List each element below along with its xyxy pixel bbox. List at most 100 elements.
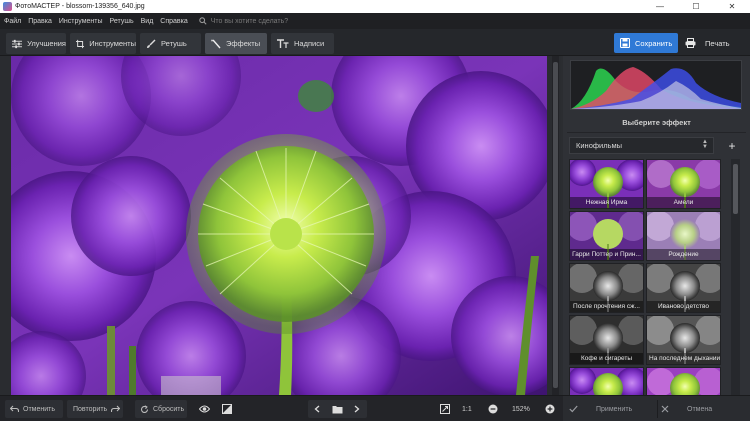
effect-label: На последнем дыхании [647,353,720,364]
effect-tile[interactable] [569,367,644,395]
menu-item-file[interactable]: Файл [4,18,21,25]
minimize-button[interactable]: — [642,0,678,13]
printer-icon [685,38,696,48]
menu-bar: Файл Правка Инструменты Ретушь Вид Справ… [0,13,750,29]
search-placeholder: Что вы хотите сделать? [210,17,289,25]
zoom-level: 152% [512,405,530,413]
tab-label: Инструменты [89,39,136,48]
save-button[interactable]: Сохранить [614,33,678,53]
chevron-updown-icon: ▲ ▼ [702,139,708,150]
divider [567,132,746,133]
save-label: Сохранить [635,38,673,48]
bottom-bar: Отменить Повторить Сбросить 1:1 152% При… [0,395,750,421]
print-button[interactable]: Печать [681,33,743,53]
brush-icon [147,39,156,48]
crop-icon [76,39,85,48]
histogram [570,60,742,110]
image-navigation [308,400,367,418]
effect-label: Рождение [647,249,720,260]
effects-scrollbar[interactable] [731,159,740,395]
effect-category-select[interactable]: Кинофильмы ▲ ▼ [569,137,714,154]
canvas-area[interactable] [0,56,561,395]
category-value: Кинофильмы [576,141,623,150]
menu-item-tools[interactable]: Инструменты [59,18,103,25]
reset-icon [140,404,149,413]
effect-label: Амели [647,197,720,208]
window-controls: — ☐ ✕ [642,0,750,13]
menu-item-retouch[interactable]: Ретушь [110,18,134,25]
main-toolbar: Улучшения Инструменты Ретушь Эффекты Над… [0,29,750,56]
tab-effects[interactable]: Эффекты [205,33,267,54]
menu-item-edit[interactable]: Правка [28,18,52,25]
photo-preview[interactable] [11,56,547,395]
plus-icon: + [728,138,736,153]
effect-tile[interactable] [646,367,721,395]
zoom-in-icon [545,404,555,414]
tab-label: Эффекты [226,39,261,48]
redo-icon [111,405,121,412]
effect-tile[interactable]: Нежная Ирма [569,159,644,209]
previous-image-button[interactable] [308,400,326,418]
effect-tile[interactable]: Кофе и сигареты [569,315,644,365]
undo-icon [10,405,19,412]
floppy-disk-icon [620,38,630,48]
compare-button[interactable] [218,400,236,418]
add-effect-button[interactable]: + [723,137,741,154]
menu-search[interactable]: Что вы хотите сделать? [199,17,288,25]
effect-tile[interactable]: Амели [646,159,721,209]
tab-enhancements[interactable]: Улучшения [6,33,66,54]
effect-tile[interactable]: Рождение [646,211,721,261]
menu-item-help[interactable]: Справка [160,18,187,25]
panel-title: Выберите эффект [622,118,691,127]
undo-label: Отменить [23,405,55,413]
cancel-button[interactable]: Отмена [661,400,712,418]
divider [657,400,658,418]
tab-retouch[interactable]: Ретушь [140,33,201,54]
preview-toggle-button[interactable] [195,400,213,418]
effect-tile[interactable]: На последнем дыхании [646,315,721,365]
menu-item-view[interactable]: Вид [141,18,154,25]
magic-wand-icon [211,38,221,48]
zoom-out-button[interactable] [484,400,502,418]
redo-button[interactable]: Повторить [67,400,123,418]
effects-panel: Выберите эффект Кинофильмы ▲ ▼ + Нежная И… [563,56,750,395]
tab-label: Надписи [294,39,325,48]
effect-tile[interactable]: Иваново детство [646,263,721,313]
effect-tile[interactable]: После прочтения сж... [569,263,644,313]
effect-label: После прочтения сж... [570,301,643,312]
undo-button[interactable]: Отменить [5,400,63,418]
chevron-left-icon [314,405,320,413]
chevron-right-icon [354,405,360,413]
apply-button[interactable]: Применить [569,400,632,418]
close-button[interactable]: ✕ [714,0,750,13]
effect-label: Гарри Поттер и Прин... [570,249,643,260]
fit-to-screen-button[interactable] [436,400,454,418]
scrollbar-thumb[interactable] [733,164,738,214]
effect-tile[interactable]: Гарри Поттер и Прин... [569,211,644,261]
effect-label: Нежная Ирма [570,197,643,208]
redo-label: Повторить [73,405,108,413]
close-icon [661,405,669,413]
open-folder-button[interactable] [328,400,346,418]
folder-icon [332,405,342,413]
reset-button[interactable]: Сбросить [135,400,187,418]
effects-grid: Нежная Ирма Амели Гарри Поттер и Прин...… [569,159,723,395]
reset-label: Сбросить [153,405,185,413]
zoom-one-to-one-button[interactable]: 1:1 [462,400,472,418]
tab-label: Улучшения [27,39,66,48]
eye-icon [198,405,210,413]
check-icon [569,405,578,413]
apply-label: Применить [596,405,633,413]
next-image-button[interactable] [348,400,366,418]
scrollbar-thumb[interactable] [553,62,558,388]
title-bar: ФотоМАСТЕР - blossom-139356_640.jpg — ☐ … [0,0,750,13]
fit-screen-icon [440,404,450,414]
maximize-button[interactable]: ☐ [678,0,714,13]
app-logo-icon [3,2,12,11]
zoom-out-icon [488,404,498,414]
canvas-scrollbar[interactable] [552,56,559,395]
tab-tools[interactable]: Инструменты [70,33,136,54]
effect-label: Иваново детство [647,301,720,312]
tab-text[interactable]: Надписи [271,33,334,54]
zoom-in-button[interactable] [541,400,559,418]
